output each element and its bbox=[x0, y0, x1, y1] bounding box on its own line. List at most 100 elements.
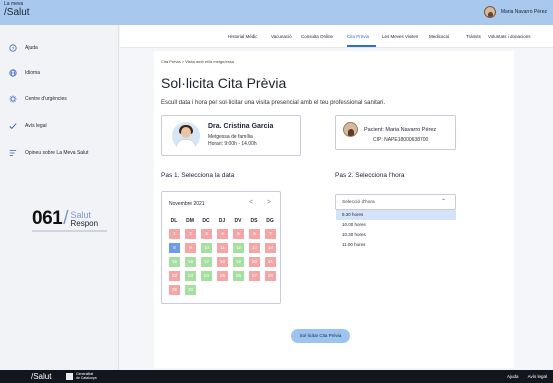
calendar-weekday: DM bbox=[186, 218, 194, 224]
time-option[interactable]: 9.30 hores bbox=[336, 210, 456, 220]
calendar-weekday: DG bbox=[266, 218, 274, 224]
calendar-day[interactable]: 14 bbox=[265, 243, 276, 253]
nav-item-historial[interactable]: Historial Mèdic bbox=[228, 34, 258, 39]
calendar-day[interactable]: 17 bbox=[201, 257, 212, 267]
chevron-left-icon[interactable]: < bbox=[249, 199, 253, 206]
calendar-day[interactable]: 24 bbox=[201, 271, 212, 281]
generalitat-logo[interactable]: Generalitat de Catalunya bbox=[66, 372, 97, 380]
calendar-day[interactable]: 27 bbox=[249, 271, 260, 281]
help-icon: ? bbox=[0, 44, 25, 54]
brand-line2: Respon bbox=[70, 218, 99, 228]
calendar-day[interactable]: 1 bbox=[169, 229, 180, 239]
main-nav: Historial Mèdic Vacunació Consulta Onlin… bbox=[120, 25, 553, 48]
time-option[interactable]: 10.00 hores bbox=[336, 220, 456, 230]
page-title: Sol·licita Cita Prèvia bbox=[161, 75, 287, 91]
time-select[interactable]: Selecció d'hora ⌃ bbox=[335, 194, 456, 210]
calendar-day[interactable]: 8 bbox=[169, 243, 180, 253]
calendar-day[interactable]: 10 bbox=[201, 243, 212, 253]
calendar-day[interactable]: 16 bbox=[185, 257, 196, 267]
calendar-day[interactable]: 19 bbox=[233, 257, 244, 267]
calendar-day[interactable]: 22 bbox=[169, 271, 180, 281]
sidebar: ? Ajuda Idioma Centre d'urgències Avís l… bbox=[0, 25, 119, 370]
nav-item-visites[interactable]: Les Meves Visites bbox=[382, 34, 418, 39]
footer-link-ajuda[interactable]: Ajuda bbox=[507, 374, 519, 379]
submit-button[interactable]: Sol·licitar Cita Prèvia bbox=[291, 329, 350, 343]
calendar-day[interactable]: 23 bbox=[185, 271, 196, 281]
sidebar-item-opineu[interactable]: Opineu sobre La Meva Salut bbox=[0, 149, 119, 159]
generalitat-line2: de Catalunya bbox=[76, 375, 97, 380]
time-select-placeholder: Selecció d'hora bbox=[342, 200, 375, 205]
time-option[interactable]: 11.00 hores bbox=[336, 240, 456, 250]
nav-item-medicacio[interactable]: Medicació bbox=[429, 34, 449, 39]
calendar-day[interactable]: 28 bbox=[265, 271, 276, 281]
calendar-day[interactable]: 3 bbox=[201, 229, 212, 239]
patient-name: Pacient: Maria Navarro Pérez bbox=[364, 127, 437, 133]
step1-title: Pas 1. Selecciona la data bbox=[161, 172, 235, 179]
time-option[interactable]: 10.30 hores bbox=[336, 230, 456, 240]
footer-logo[interactable]: /Salut bbox=[31, 372, 51, 381]
nav-active-indicator bbox=[347, 45, 376, 47]
calendar-day[interactable]: 7 bbox=[265, 229, 276, 239]
calendar-day[interactable]: 6 bbox=[249, 229, 260, 239]
sidebar-item-ajuda[interactable]: ? Ajuda bbox=[0, 44, 119, 54]
footer-link-avis-legal[interactable]: Avís legal bbox=[528, 374, 547, 379]
nav-item-consulta[interactable]: Consulta Online bbox=[301, 34, 333, 39]
step2-title: Pas 2. Selecciona l'hora bbox=[335, 172, 405, 179]
sidebar-item-avis-legal[interactable]: Avís legal bbox=[0, 122, 119, 132]
top-bar: La meva /Salut Maria Navarro Pérez bbox=[0, 0, 553, 25]
app-logo[interactable]: La meva /Salut bbox=[4, 2, 30, 18]
nav-item-tramits[interactable]: Tràmits bbox=[466, 34, 481, 39]
calendar-day[interactable]: 13 bbox=[249, 243, 260, 253]
check-icon bbox=[0, 122, 25, 132]
user-name: Maria Navarro Pérez bbox=[500, 9, 547, 15]
calendar-weekday: DL bbox=[170, 218, 178, 224]
calendar-day[interactable]: 20 bbox=[249, 257, 260, 267]
sidebar-item-label: Avís legal bbox=[25, 123, 47, 129]
sidebar-item-label: Opineu sobre La Meva Salut bbox=[25, 150, 89, 156]
doctor-hours: Horari: 9:00h - 14.00h bbox=[208, 141, 257, 147]
calendar-day[interactable]: 4 bbox=[217, 229, 228, 239]
doctor-photo bbox=[172, 122, 200, 150]
chevron-right-icon[interactable]: > bbox=[267, 199, 271, 206]
comment-icon bbox=[0, 149, 25, 159]
chevron-up-icon: ⌃ bbox=[440, 199, 446, 205]
calendar-day[interactable]: 26 bbox=[233, 271, 244, 281]
calendar-day[interactable]: 15 bbox=[169, 257, 180, 267]
brand-061-logo[interactable]: 061 / Salut Respon bbox=[32, 208, 107, 232]
sidebar-item-label: Ajuda bbox=[25, 45, 38, 51]
globe-icon bbox=[0, 69, 25, 79]
nav-item-cita-previa[interactable]: Cita Prèvia bbox=[347, 34, 369, 39]
nav-item-voluntats[interactable]: Voluntats i donacions bbox=[488, 34, 531, 39]
breadcrumb[interactable]: Cita Prèvia > Visita amb el/la metge/ess… bbox=[161, 59, 234, 64]
brand-text: Salut Respon bbox=[70, 210, 99, 228]
user-menu[interactable]: Maria Navarro Pérez bbox=[483, 6, 547, 18]
calendar-day[interactable]: 2 bbox=[185, 229, 196, 239]
avatar[interactable] bbox=[483, 6, 496, 18]
footer: /Salut Generalitat de Catalunya Ajuda Aví… bbox=[0, 370, 553, 383]
patient-card: Pacient: Maria Navarro Pérez CIP: NAPE18… bbox=[335, 115, 456, 150]
generalitat-mark bbox=[66, 373, 73, 380]
brand-underline bbox=[32, 230, 107, 232]
calendar-day[interactable]: 25 bbox=[217, 271, 228, 281]
nav-item-vacunacio[interactable]: Vacunació bbox=[271, 34, 292, 39]
sidebar-item-urgencies[interactable]: Centre d'urgències bbox=[0, 95, 119, 105]
calendar-weekday: DJ bbox=[218, 218, 226, 224]
doctor-card: Dra. Cristina Garcia Metgessa de família… bbox=[161, 115, 301, 156]
patient-photo bbox=[343, 122, 358, 137]
calendar-day[interactable]: 9 bbox=[185, 243, 196, 253]
calendar-day[interactable]: 21 bbox=[265, 257, 276, 267]
calendar-weekday: DV bbox=[234, 218, 242, 224]
sidebar-item-label: Idioma bbox=[25, 70, 41, 76]
patient-cip: CIP: NAPE18000638700 bbox=[373, 137, 429, 143]
calendar-day[interactable]: 11 bbox=[217, 243, 228, 253]
doctor-name: Dra. Cristina Garcia bbox=[208, 123, 274, 130]
calendar-day[interactable]: 29 bbox=[169, 285, 180, 295]
calendar-day[interactable]: 5 bbox=[233, 229, 244, 239]
calendar-day[interactable]: 12 bbox=[233, 243, 244, 253]
calendar-day[interactable]: 30 bbox=[185, 285, 196, 295]
calendar: Novembre 2021 < > DL DM DC DJ DV DS DG 1 2 3 4 5 6 7 8… bbox=[161, 191, 281, 304]
sidebar-item-idioma[interactable]: Idioma bbox=[0, 69, 119, 79]
gear-icon bbox=[0, 95, 25, 105]
calendar-day[interactable]: 18 bbox=[217, 257, 228, 267]
calendar-weekday: DC bbox=[202, 218, 210, 224]
